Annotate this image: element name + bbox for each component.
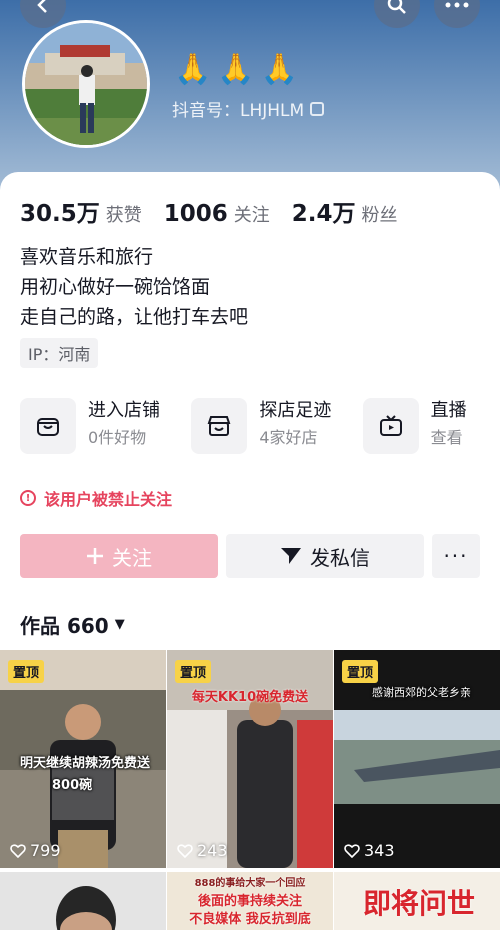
warning-icon: ! bbox=[20, 490, 36, 506]
bio-line: 用初心做好一碗饸饹面 bbox=[20, 276, 211, 298]
follow-label: 关注 bbox=[112, 545, 152, 570]
video-caption: 明天继续胡辣汤免费送 bbox=[19, 756, 150, 771]
action-buttons: 关注 发私信 ··· bbox=[20, 534, 480, 578]
stat-likes[interactable]: 30.5万 获赞 bbox=[20, 194, 142, 228]
video-tile[interactable] bbox=[0, 872, 166, 930]
douyin-id-text: 抖音号：LHJHLM bbox=[172, 101, 305, 121]
more-options-button[interactable] bbox=[434, 0, 480, 28]
more-actions-button[interactable]: ··· bbox=[432, 534, 480, 578]
likes-count: 343 bbox=[344, 841, 395, 860]
stat-followers[interactable]: 2.4万 粉丝 bbox=[292, 194, 398, 228]
video-tile[interactable]: 置顶 每天KK10碗免费送 243 bbox=[167, 650, 333, 868]
service-title: 直播 bbox=[430, 400, 467, 421]
service-shop[interactable]: 进入店铺 0件好物 bbox=[20, 398, 177, 454]
video-thumbnail bbox=[0, 872, 166, 930]
video-tile[interactable]: 置顶 明天继续胡辣汤免费送 800碗 799 bbox=[0, 650, 166, 868]
follow-button[interactable]: 关注 bbox=[20, 534, 218, 578]
pinned-badge: 置顶 bbox=[342, 660, 379, 683]
tv-icon bbox=[362, 398, 419, 454]
search-button[interactable] bbox=[374, 0, 420, 28]
service-store-visits[interactable]: 探店足迹 4家好店 bbox=[191, 398, 348, 454]
follow-banned-notice: ! 该用户被禁止关注 bbox=[20, 486, 172, 510]
video-tile[interactable]: 置顶 感谢西郊的父老乡亲 343 bbox=[334, 650, 500, 868]
pinned-badge: 置顶 bbox=[8, 660, 45, 683]
likes-number: 243 bbox=[197, 841, 228, 860]
send-message-button[interactable]: 发私信 bbox=[226, 534, 424, 578]
video-caption-line3: 不良媒体 我反抗到底 bbox=[189, 912, 311, 927]
bio-line: 走自己的路，让他打车去吧 bbox=[20, 306, 249, 328]
video-caption-line2: 800碗 bbox=[52, 778, 93, 793]
bio: 喜欢音乐和旅行 用初心做好一碗饸饹面 走自己的路，让他打车去吧 bbox=[20, 242, 248, 332]
video-tile[interactable]: 888的事给大家一个回应 後面的事持续关注 不良媒体 我反抗到底 bbox=[167, 872, 333, 930]
pinned-badge: 置顶 bbox=[175, 660, 212, 683]
works-label: 作品 660 bbox=[20, 614, 109, 638]
likes-count: 243 bbox=[177, 841, 228, 860]
send-arrow-icon bbox=[281, 548, 301, 564]
stat-number: 30.5万 bbox=[20, 201, 100, 227]
avatar[interactable] bbox=[22, 20, 150, 148]
profile-card: 30.5万 获赞 1006 关注 2.4万 粉丝 喜欢音乐和旅行 用初心做好一碗… bbox=[0, 172, 500, 930]
shop-icon bbox=[20, 398, 76, 454]
stat-label: 粉丝 bbox=[361, 205, 398, 226]
store-visit-icon bbox=[191, 398, 248, 454]
video-caption: 即将问世 bbox=[362, 887, 475, 920]
service-live[interactable]: 直播 查看 bbox=[362, 398, 500, 454]
video-caption: 感谢西郊的父老乡亲 bbox=[372, 686, 471, 699]
video-caption: 888的事给大家一个回应 bbox=[194, 878, 306, 889]
services-row: 进入店铺 0件好物 探店足迹 4家好店 直播 查看 bbox=[20, 398, 500, 454]
nickname: 🙏🙏🙏 bbox=[174, 52, 305, 87]
service-subtitle: 0件好物 bbox=[88, 428, 147, 447]
likes-number: 343 bbox=[364, 841, 395, 860]
stat-following[interactable]: 1006 关注 bbox=[164, 201, 270, 227]
ip-location-tag: IP：河南 bbox=[20, 338, 99, 368]
video-caption: 每天KK10碗免费送 bbox=[191, 690, 309, 705]
works-tab[interactable]: 作品 660 ▼ bbox=[20, 610, 125, 639]
copy-icon[interactable] bbox=[310, 101, 325, 116]
video-caption-line2: 後面的事持续关注 bbox=[197, 894, 302, 909]
plus-icon bbox=[87, 548, 103, 564]
heart-icon bbox=[344, 843, 360, 858]
douyin-id: 抖音号：LHJHLM bbox=[172, 96, 325, 121]
service-subtitle: 4家好店 bbox=[259, 428, 318, 447]
back-arrow-icon bbox=[37, 0, 47, 13]
stat-number: 1006 bbox=[163, 201, 228, 227]
heart-icon bbox=[177, 843, 193, 858]
notice-text: 该用户被禁止关注 bbox=[44, 490, 173, 509]
search-icon bbox=[387, 0, 406, 14]
heart-icon bbox=[10, 843, 26, 858]
service-title: 探店足迹 bbox=[259, 400, 332, 421]
more-dots-icon bbox=[445, 2, 469, 8]
stat-number: 2.4万 bbox=[291, 201, 356, 227]
likes-number: 799 bbox=[30, 841, 61, 860]
message-label: 发私信 bbox=[310, 545, 370, 570]
profile-header-background: 🙏🙏🙏 抖音号：LHJHLM bbox=[0, 0, 500, 200]
stats-row: 30.5万 获赞 1006 关注 2.4万 粉丝 bbox=[20, 194, 398, 228]
stat-label: 获赞 bbox=[105, 205, 142, 226]
back-button[interactable] bbox=[20, 0, 66, 28]
bio-line: 喜欢音乐和旅行 bbox=[20, 246, 154, 268]
service-subtitle: 查看 bbox=[430, 428, 463, 447]
avatar-photo bbox=[25, 23, 147, 145]
video-tile[interactable]: 即将问世 bbox=[334, 872, 500, 930]
stat-label: 关注 bbox=[233, 205, 270, 226]
service-title: 进入店铺 bbox=[88, 400, 160, 421]
likes-count: 799 bbox=[10, 841, 61, 860]
video-grid: 置顶 明天继续胡辣汤免费送 800碗 799 置顶 每天KK10碗免费送 243 bbox=[0, 650, 500, 930]
dropdown-triangle-icon: ▼ bbox=[114, 617, 125, 632]
